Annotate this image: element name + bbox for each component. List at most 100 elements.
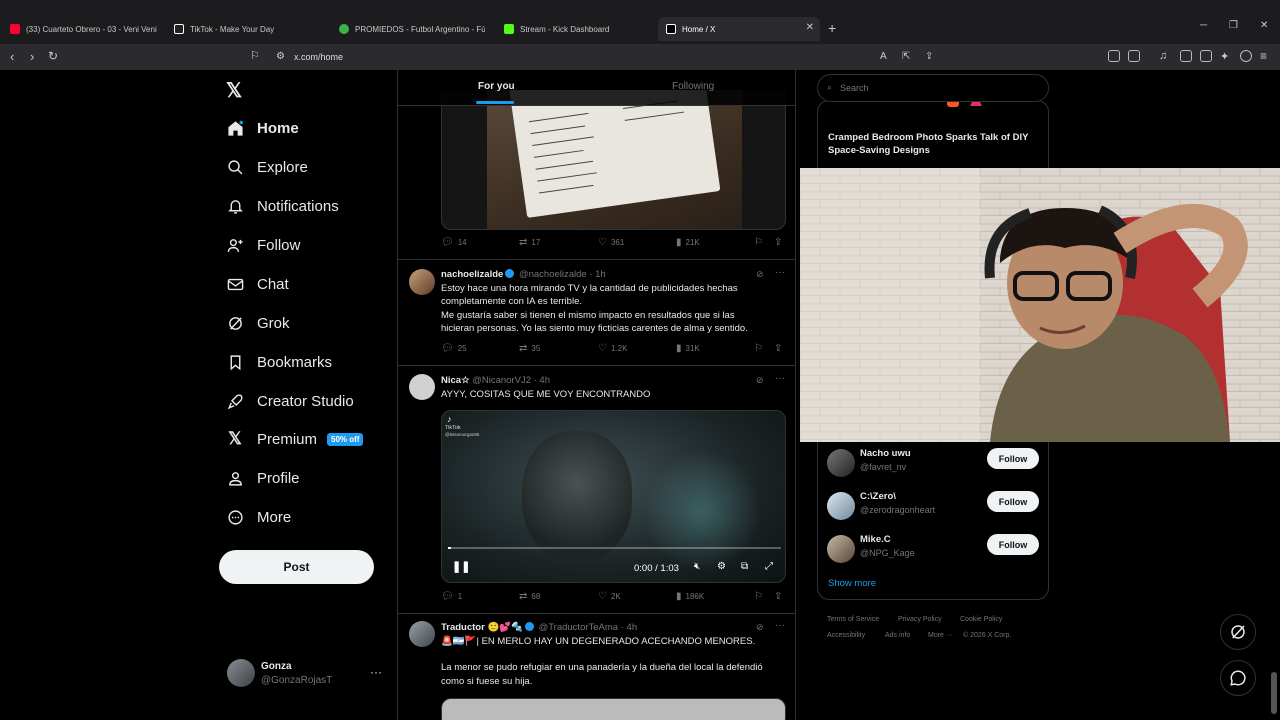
avatar[interactable]: [227, 659, 255, 687]
reply-button[interactable]: 💬︎ 25: [441, 343, 467, 354]
author-handle[interactable]: @TraductorTeAma: [539, 622, 619, 633]
fullscreen-icon[interactable]: ⤢: [765, 561, 773, 572]
wallet-icon[interactable]: [1128, 50, 1140, 62]
share-button[interactable]: ⇪: [774, 343, 786, 354]
footer-link[interactable]: More ···: [928, 632, 953, 639]
avatar[interactable]: [409, 621, 435, 647]
follow-suggestion[interactable]: Nacho uwu @favret_nv Follow: [827, 446, 1042, 482]
bookmark-button[interactable]: ⚐: [754, 343, 767, 354]
bookmark-page-icon[interactable]: ⚐: [250, 49, 260, 62]
footer-link[interactable]: Terms of Service: [827, 616, 879, 623]
tab-following[interactable]: Following: [672, 81, 714, 92]
account-menu-icon[interactable]: ···: [370, 665, 382, 679]
author-handle[interactable]: @NicanorVJ2: [472, 375, 531, 386]
vpn-icon[interactable]: [1240, 50, 1252, 62]
search-input[interactable]: ⌕ Search: [817, 74, 1049, 102]
grok-floating-button[interactable]: [1220, 614, 1256, 650]
sidebar-toggle-icon[interactable]: [1180, 50, 1192, 62]
reply-button[interactable]: 💬︎ 1: [441, 591, 462, 602]
views-button[interactable]: ▮ 31K: [676, 343, 700, 354]
repost-button[interactable]: ⇄ 17: [519, 237, 540, 248]
video-player[interactable]: ♪ TikTok @letsomorgan95 ❚❚ 0:00 / 1:03 🔇…: [441, 410, 786, 583]
avatar[interactable]: [409, 269, 435, 295]
new-tab-button[interactable]: +: [828, 20, 836, 36]
nav-more[interactable]: More: [226, 502, 291, 532]
post-button[interactable]: Post: [219, 550, 374, 584]
author-name[interactable]: Nica☆: [441, 375, 470, 386]
tweet-time[interactable]: · 1h: [589, 269, 605, 280]
nav-creator-studio[interactable]: Creator Studio: [226, 386, 354, 416]
picture-in-picture-icon[interactable]: ⧉: [741, 561, 748, 572]
like-button[interactable]: ♡ 1.2K: [598, 343, 627, 354]
nav-profile[interactable]: Profile: [226, 463, 300, 493]
pause-icon[interactable]: ❚❚: [452, 560, 470, 573]
reply-button[interactable]: 💬︎ 14: [441, 237, 467, 248]
follow-suggestion[interactable]: Mike.C @NPG_Kage Follow: [827, 532, 1042, 568]
x-logo-icon[interactable]: 𝕏: [226, 78, 242, 103]
mute-icon[interactable]: 🔇︎: [694, 561, 700, 572]
nav-grok[interactable]: Grok: [226, 308, 290, 338]
grok-explain-icon[interactable]: ⊘: [756, 622, 764, 633]
avatar[interactable]: [827, 535, 855, 563]
minimize-icon[interactable]: ─: [1200, 20, 1207, 31]
grok-explain-icon[interactable]: ⊘: [756, 269, 764, 280]
close-tab-icon[interactable]: ✕: [806, 22, 814, 33]
show-more-link[interactable]: Show more: [828, 578, 876, 589]
share-icon[interactable]: ⇪: [925, 51, 933, 62]
tweet-more-icon[interactable]: ···: [775, 373, 785, 384]
like-button[interactable]: ♡ 361: [598, 237, 624, 248]
settings-icon[interactable]: ⚙: [717, 561, 726, 572]
tweet-more-icon[interactable]: ···: [775, 267, 785, 278]
back-icon[interactable]: ‹: [10, 49, 14, 64]
follow-suggestion[interactable]: C:\Zero\ @zerodragonheart Follow: [827, 489, 1042, 525]
avatar[interactable]: [827, 492, 855, 520]
author-name[interactable]: Traductor 🙂💕🔩: [441, 622, 523, 633]
tweet-time[interactable]: · 4h: [621, 622, 637, 633]
follow-button[interactable]: Follow: [987, 448, 1039, 469]
suggestion-name[interactable]: C:\Zero\: [860, 491, 896, 502]
crypto-wallet-icon[interactable]: [1200, 50, 1212, 62]
maximize-icon[interactable]: ❐: [1229, 20, 1238, 31]
share-button[interactable]: ⇪: [774, 237, 786, 248]
grok-explain-icon[interactable]: ⊘: [756, 375, 764, 386]
repost-button[interactable]: ⇄ 68: [519, 591, 540, 602]
tweet-more-icon[interactable]: ···: [775, 620, 785, 631]
browser-tab[interactable]: PROMIEDOS - Futbol Argentino - Fút: [335, 17, 485, 41]
share-button[interactable]: ⇪: [774, 591, 786, 602]
nav-premium[interactable]: 𝕏 Premium 50% off: [226, 424, 364, 454]
suggestion-name[interactable]: Nacho uwu: [860, 448, 911, 459]
suggestion-name[interactable]: Mike.C: [860, 534, 891, 545]
menu-icon[interactable]: ≡: [1260, 49, 1267, 63]
views-button[interactable]: ▮ 186K: [676, 591, 704, 602]
tweet-time[interactable]: · 4h: [534, 375, 550, 386]
leo-ai-icon[interactable]: ✦: [1220, 50, 1229, 63]
tweet-image[interactable]: [441, 698, 786, 720]
nav-chat[interactable]: Chat: [226, 269, 289, 299]
avatar[interactable]: [827, 449, 855, 477]
author-handle[interactable]: @nachoelizalde: [519, 269, 587, 280]
follow-button[interactable]: Follow: [987, 534, 1039, 555]
site-info-icon[interactable]: ⚙: [276, 51, 285, 62]
browser-tab[interactable]: Stream - Kick Dashboard: [500, 17, 650, 41]
repost-button[interactable]: ⇄ 35: [519, 343, 540, 354]
bookmark-button[interactable]: ⚐: [754, 591, 767, 602]
open-external-icon[interactable]: ⇱: [902, 51, 910, 62]
trend-headline[interactable]: Cramped Bedroom Photo Sparks Talk of DIY…: [828, 131, 1033, 157]
reload-icon[interactable]: ↻: [48, 49, 58, 63]
nav-follow[interactable]: Follow: [226, 230, 300, 260]
footer-link[interactable]: Privacy Policy: [898, 616, 942, 623]
video-progress-track[interactable]: [448, 547, 781, 549]
browser-tab-active[interactable]: Home / X ✕: [658, 17, 820, 41]
footer-link[interactable]: Cookie Policy: [960, 616, 1002, 623]
browser-tab[interactable]: (33) Cuarteto Obrero - 03 - Veni Veni: [6, 17, 158, 41]
tweet-image[interactable]: [441, 90, 786, 230]
extensions-icon[interactable]: [1108, 50, 1120, 62]
forward-icon[interactable]: ›: [30, 49, 34, 64]
browser-tab[interactable]: TikTok - Make Your Day: [170, 17, 320, 41]
footer-link[interactable]: Ads info: [885, 632, 910, 639]
translate-icon[interactable]: A: [880, 51, 887, 62]
avatar[interactable]: [409, 374, 435, 400]
close-window-icon[interactable]: ✕: [1260, 20, 1268, 31]
music-icon[interactable]: ♫: [1159, 50, 1167, 62]
bookmark-button[interactable]: ⚐: [754, 237, 767, 248]
